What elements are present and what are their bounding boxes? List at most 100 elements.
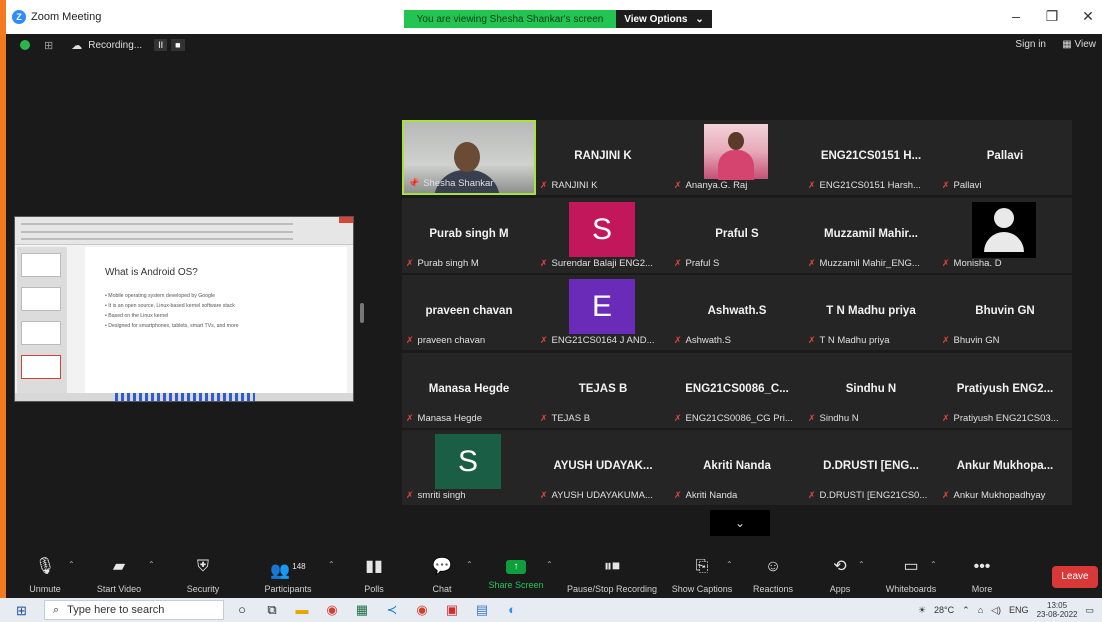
network-icon[interactable]: ⌂ bbox=[978, 605, 983, 615]
participant-name-label: 📌 Shesha Shankar bbox=[408, 178, 493, 189]
windows-start-icon[interactable]: ⊞ bbox=[16, 603, 27, 619]
ribbon-close-area bbox=[339, 217, 353, 223]
maximize-button[interactable]: ❐ bbox=[1044, 8, 1060, 25]
shared-screen[interactable]: What is Android OS? Mobile operating sys… bbox=[14, 216, 354, 402]
zoom-taskbar-icon[interactable]: ◐ bbox=[502, 600, 522, 620]
participant-tile[interactable]: RANJINI K ✗ RANJINI K bbox=[536, 120, 670, 195]
clock[interactable]: 13:05 23-08-2022 bbox=[1037, 601, 1078, 619]
participant-tile[interactable]: S ✗ smriti singh bbox=[402, 430, 536, 505]
participant-name-label: ✗ Ananya.G. Raj bbox=[674, 180, 747, 191]
excel-icon[interactable]: ▦ bbox=[352, 600, 372, 620]
participant-tile[interactable]: ENG21CS0151 H... ✗ ENG21CS0151 Harsh... bbox=[804, 120, 938, 195]
mic-off-icon: ✗ bbox=[942, 180, 950, 190]
participant-tile[interactable]: ✗ Monisha. D bbox=[938, 197, 1072, 273]
mic-off-icon: ✗ bbox=[942, 257, 950, 268]
security-button[interactable]: ⛨ Security bbox=[178, 556, 228, 594]
view-label: View bbox=[1074, 39, 1097, 50]
participant-display-name: Bhuvin GN bbox=[975, 305, 1035, 317]
participant-tile[interactable]: Pratiyush ENG2... ✗ Pratiyush ENG21CS03... bbox=[938, 352, 1072, 428]
participant-tile[interactable]: Manasa Hegde ✗ Manasa Hegde bbox=[402, 352, 536, 428]
participant-tile[interactable]: ENG21CS0086_C... ✗ ENG21CS0086_CG Pri... bbox=[670, 352, 804, 428]
grid-icon[interactable]: ⊞ bbox=[44, 39, 53, 52]
reactions-button[interactable]: ☺ Reactions bbox=[746, 556, 800, 594]
shield-icon[interactable] bbox=[20, 40, 30, 50]
participant-label-text: Praful S bbox=[685, 257, 720, 269]
chevron-up-icon[interactable]: ⌃ bbox=[930, 560, 937, 569]
split-resize-handle[interactable] bbox=[360, 303, 364, 323]
weather-icon[interactable]: ☀ bbox=[918, 605, 926, 616]
chevron-up-icon[interactable]: ⌃ bbox=[726, 560, 733, 569]
participant-tile[interactable]: ✗ Ananya.G. Raj bbox=[670, 120, 804, 195]
chevron-up-icon[interactable]: ⌃ bbox=[148, 560, 155, 569]
participant-tile[interactable]: Akriti Nanda ✗ Akriti Nanda bbox=[670, 430, 804, 505]
minimize-button[interactable]: – bbox=[1008, 8, 1024, 25]
unmute-button[interactable]: 🎙 Unmute bbox=[20, 556, 70, 594]
participant-name-label: ✗ ENG21CS0086_CG Pri... bbox=[674, 413, 793, 424]
vscode-icon[interactable]: ≺ bbox=[382, 600, 402, 620]
chat-label: Chat bbox=[432, 584, 452, 594]
participant-tile[interactable]: Ankur Mukhopa... ✗ Ankur Mukhopadhyay bbox=[938, 430, 1072, 505]
chevron-up-icon[interactable]: ⌃ bbox=[68, 560, 75, 569]
participant-name-label: ✗ Surendar Balaji ENG2... bbox=[540, 258, 653, 269]
sign-in-link[interactable]: Sign in bbox=[1015, 39, 1046, 50]
leave-button[interactable]: Leave bbox=[1052, 566, 1098, 588]
participant-label-text: AYUSH UDAYAKUMA... bbox=[551, 490, 653, 501]
gallery-next-page-button[interactable]: ⌄ bbox=[710, 510, 770, 536]
security-label: Security bbox=[186, 584, 220, 594]
apps-button[interactable]: ⟲ Apps bbox=[824, 556, 856, 594]
task-view-icon[interactable]: ⧉ bbox=[262, 600, 282, 620]
start-video-button[interactable]: ▰ Start Video bbox=[88, 556, 150, 594]
meeting-status-row: ⊞ ☁ Recording... II ■ Sign in ▦ View bbox=[6, 34, 1102, 56]
participant-tile[interactable]: Sindhu N ✗ Sindhu N bbox=[804, 352, 938, 428]
tray-chevron-icon[interactable]: ⌃ bbox=[962, 605, 970, 616]
participant-tile[interactable]: Purab singh M ✗ Purab singh M bbox=[402, 197, 536, 273]
participant-name-label: ✗ T N Madhu priya bbox=[808, 335, 890, 346]
store-icon[interactable]: ▤ bbox=[472, 600, 492, 620]
participant-tile[interactable]: S ✗ Surendar Balaji ENG2... bbox=[536, 197, 670, 273]
more-dots-icon: ••• bbox=[973, 558, 991, 575]
participant-tile[interactable]: praveen chavan ✗ praveen chavan bbox=[402, 275, 536, 350]
chrome-alt-icon[interactable]: ◉ bbox=[412, 600, 432, 620]
participant-tile[interactable]: T N Madhu priya ✗ T N Madhu priya bbox=[804, 275, 938, 350]
notification-icon[interactable]: ▭ bbox=[1085, 605, 1094, 616]
participant-display-name: ENG21CS0151 H... bbox=[820, 150, 922, 162]
chrome-icon[interactable]: ◉ bbox=[322, 600, 342, 620]
pause-recording-button[interactable]: II bbox=[154, 39, 168, 51]
stop-recording-button[interactable]: ■ bbox=[171, 39, 185, 51]
participant-tile[interactable]: Praful S ✗ Praful S bbox=[670, 197, 804, 273]
chevron-up-icon[interactable]: ⌃ bbox=[328, 560, 335, 569]
participant-display-name: Pallavi bbox=[986, 150, 1024, 162]
apps-label: Apps bbox=[829, 584, 851, 594]
more-button[interactable]: ••• More bbox=[966, 556, 998, 594]
close-button[interactable]: ✕ bbox=[1080, 8, 1096, 25]
taskbar-search-input[interactable]: ⌕ Type here to search bbox=[44, 600, 224, 620]
participant-label-text: Pallavi bbox=[953, 180, 982, 191]
view-button[interactable]: ▦ View bbox=[1062, 39, 1096, 50]
participant-tile[interactable]: Muzzamil Mahir... ✗ Muzzamil Mahir_ENG... bbox=[804, 197, 938, 273]
chevron-up-icon[interactable]: ⌃ bbox=[466, 560, 473, 569]
shield-icon: ⛨ bbox=[196, 558, 209, 575]
participants-button[interactable]: 👥 148 Participants bbox=[258, 556, 318, 594]
language[interactable]: ENG bbox=[1009, 605, 1029, 615]
pdf-icon[interactable]: ▣ bbox=[442, 600, 462, 620]
participant-tile[interactable]: AYUSH UDAYAK... ✗ AYUSH UDAYAKUMA... bbox=[536, 430, 670, 505]
chevron-up-icon[interactable]: ⌃ bbox=[546, 560, 553, 569]
polls-button[interactable]: ▮▮ Polls bbox=[358, 556, 390, 594]
view-options-button[interactable]: View Options ⌄ bbox=[616, 10, 712, 28]
participant-tile[interactable]: TEJAS B ✗ TEJAS B bbox=[536, 352, 670, 428]
chat-button[interactable]: 💬 Chat bbox=[426, 556, 458, 594]
volume-icon[interactable]: ◁) bbox=[991, 605, 1001, 616]
file-explorer-icon[interactable]: ▬ bbox=[292, 600, 312, 620]
participant-tile[interactable]: E ✗ ENG21CS0164 J AND... bbox=[536, 275, 670, 350]
share-screen-button[interactable]: ↑ Share Screen bbox=[484, 556, 548, 590]
pause-stop-recording-button[interactable]: ⏸⏹ Pause/Stop Recording bbox=[560, 556, 664, 594]
participant-tile[interactable]: Ashwath.S ✗ Ashwath.S bbox=[670, 275, 804, 350]
participant-name-label: ✗ Manasa Hegde bbox=[406, 413, 482, 424]
mic-off-icon: ✗ bbox=[808, 490, 816, 500]
cortana-icon[interactable]: ○ bbox=[232, 600, 252, 620]
participant-tile[interactable]: D.DRUSTI [ENG... ✗ D.DRUSTI [ENG21CS0... bbox=[804, 430, 938, 505]
participant-tile[interactable]: 📌 Shesha Shankar bbox=[402, 120, 536, 195]
chevron-up-icon[interactable]: ⌃ bbox=[858, 560, 865, 569]
participant-tile[interactable]: Bhuvin GN ✗ Bhuvin GN bbox=[938, 275, 1072, 350]
participant-tile[interactable]: Pallavi ✗ Pallavi bbox=[938, 120, 1072, 195]
